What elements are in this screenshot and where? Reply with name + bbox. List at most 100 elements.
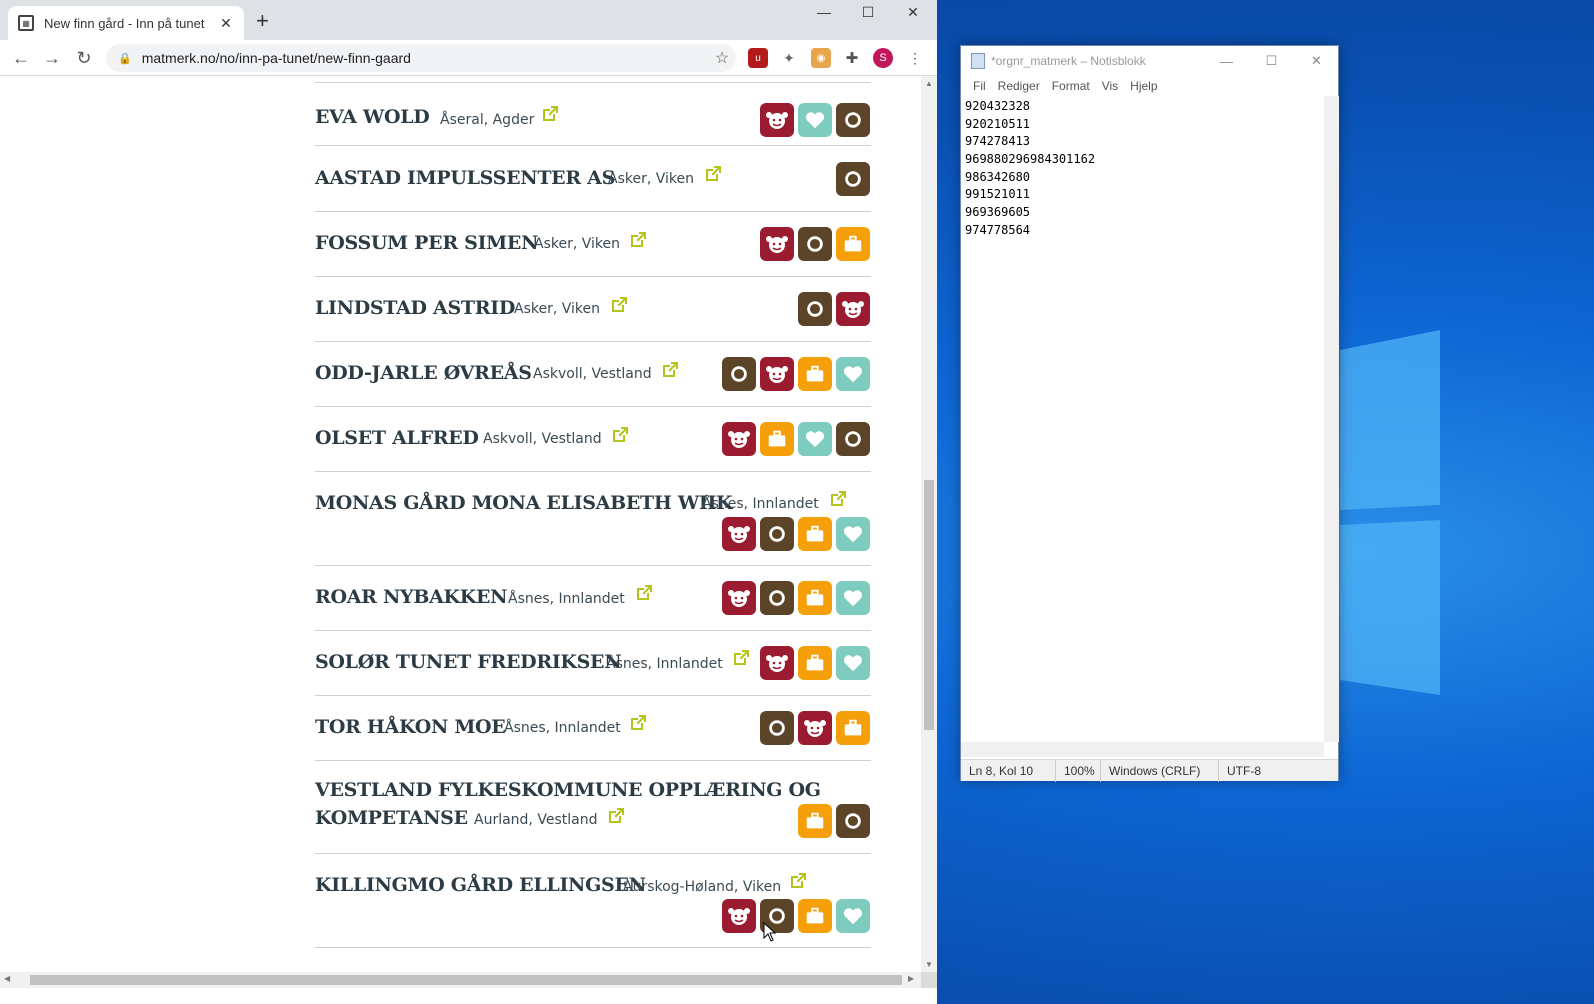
activity-badges [722, 357, 870, 391]
dropbox-extension-icon[interactable]: ✦ [779, 48, 799, 68]
heart-icon [836, 581, 870, 615]
heart-icon [836, 517, 870, 551]
mouse-pointer-icon [763, 922, 777, 942]
address-bar: ← → ↻ 🔒 matmerk.no/no/inn-pa-tunet/new-f… [0, 40, 937, 76]
reload-icon[interactable]: ↻ [72, 46, 96, 70]
minimize-icon[interactable]: — [1204, 46, 1249, 76]
activity-badges [798, 292, 870, 326]
ublock-extension-icon[interactable]: u [748, 48, 768, 68]
menu-format[interactable]: Format [1046, 79, 1096, 93]
farm-name[interactable]: EVA WOLD [315, 106, 430, 128]
farm-name[interactable]: LINDSTAD ASTRID [315, 297, 515, 319]
ring-icon [722, 357, 756, 391]
menu-kebab-icon[interactable]: ⋮ [905, 48, 925, 68]
farm-name[interactable]: FOSSUM PER SIMEN [315, 232, 538, 254]
scroll-right-icon[interactable]: ▶ [908, 974, 914, 983]
tab-close-icon[interactable]: ✕ [218, 15, 234, 32]
activity-badges [798, 804, 870, 838]
farm-row: ODD-JARLE ØVREÅS Askvoll, Vestland [315, 342, 871, 407]
vertical-scrollbar[interactable]: ▲ ▼ [921, 76, 937, 972]
menu-vis[interactable]: Vis [1096, 79, 1124, 93]
url-text: matmerk.no/no/inn-pa-tunet/new-finn-gaar… [141, 50, 411, 66]
kids-face-icon [760, 646, 794, 680]
activity-badges [722, 899, 870, 933]
forward-arrow-icon[interactable]: → [40, 46, 64, 70]
site-favicon-icon: ▦ [18, 15, 34, 31]
farm-row: EVA WOLD Åseral, Agder [315, 82, 871, 146]
external-link-icon[interactable] [634, 583, 654, 603]
notepad-vertical-scrollbar[interactable] [1324, 96, 1339, 742]
external-link-icon[interactable] [540, 104, 560, 124]
external-link-icon[interactable] [703, 164, 723, 184]
minimize-icon[interactable]: — [802, 0, 846, 24]
notepad-horizontal-scrollbar[interactable] [961, 742, 1324, 757]
briefcase-icon [798, 646, 832, 680]
puzzle-extensions-icon[interactable]: ✚ [842, 48, 862, 68]
farm-name[interactable]: MONAS GÅRD MONA ELISABETH WIIK [315, 492, 733, 514]
ring-icon [836, 804, 870, 838]
external-link-icon[interactable] [788, 871, 808, 891]
bookmark-star-icon[interactable]: ☆ [708, 48, 736, 68]
farm-row: ROAR NYBAKKEN Åsnes, Innlandet [315, 566, 871, 631]
maximize-icon[interactable]: ☐ [1249, 46, 1294, 76]
external-link-icon[interactable] [628, 713, 648, 733]
close-window-icon[interactable]: ✕ [1294, 46, 1339, 76]
external-link-icon[interactable] [606, 806, 626, 826]
external-link-icon[interactable] [609, 295, 629, 315]
external-link-icon[interactable] [610, 425, 630, 445]
farm-location: Aurland, Vestland [474, 812, 598, 828]
new-tab-icon[interactable]: + [256, 8, 278, 34]
external-link-icon[interactable] [828, 489, 848, 509]
activity-badges [722, 581, 870, 615]
farm-name[interactable]: KILLINGMO GÅRD ELLINGSEN [315, 874, 646, 896]
heart-icon [836, 646, 870, 680]
farm-row: VESTLAND FYLKESKOMMUNE OPPLÆRING OG KOMP… [315, 761, 871, 854]
close-window-icon[interactable]: ✕ [891, 0, 935, 24]
farm-name[interactable]: ODD-JARLE ØVREÅS [315, 362, 532, 384]
browser-bottom-edge [0, 988, 937, 1004]
farm-row: OLSET ALFRED Askvoll, Vestland [315, 407, 871, 472]
scroll-left-icon[interactable]: ◀ [4, 974, 10, 983]
notepad-statusbar: Ln 8, Kol 10 100% Windows (CRLF) UTF-8 [961, 759, 1338, 782]
farm-location: Askvoll, Vestland [483, 431, 602, 447]
scroll-down-icon[interactable]: ▼ [924, 960, 934, 969]
farm-name[interactable]: TOR HÅKON MOE [315, 716, 506, 738]
menu-fil[interactable]: Fil [967, 79, 992, 93]
horizontal-scroll-thumb[interactable] [30, 975, 902, 985]
back-arrow-icon[interactable]: ← [9, 46, 33, 70]
external-link-icon[interactable] [628, 230, 648, 250]
menu-hjelp[interactable]: Hjelp [1124, 79, 1163, 93]
external-link-icon[interactable] [731, 648, 751, 668]
farm-name[interactable]: SOLØR TUNET FREDRIKSEN [315, 651, 622, 673]
activity-badges [722, 422, 870, 456]
horizontal-scrollbar[interactable]: ◀ ▶ [0, 972, 921, 988]
farm-name-line1[interactable]: VESTLAND FYLKESKOMMUNE OPPLÆRING OG [315, 779, 821, 801]
text-line: 991521011 [965, 187, 1031, 202]
scroll-up-icon[interactable]: ▲ [924, 79, 934, 88]
maximize-icon[interactable]: ☐ [846, 0, 890, 24]
briefcase-icon [798, 357, 832, 391]
lock-icon: 🔒 [118, 52, 132, 65]
menu-rediger[interactable]: Rediger [992, 79, 1046, 93]
notepad-titlebar[interactable]: *orgnr_matmerk – Notisblokk — ☐ ✕ [961, 46, 1338, 76]
farm-name-line2[interactable]: KOMPETANSE [315, 807, 468, 829]
profile-avatar[interactable]: S [873, 48, 893, 68]
ring-icon [836, 103, 870, 137]
activity-badges [760, 103, 870, 137]
line-ending: Windows (CRLF) [1101, 759, 1219, 782]
url-field[interactable]: 🔒 matmerk.no/no/inn-pa-tunet/new-finn-ga… [106, 44, 736, 72]
vertical-scroll-thumb[interactable] [924, 480, 934, 730]
browser-tab[interactable]: ▦ New finn gård - Inn på tunet ✕ [8, 6, 244, 40]
text-line: 974278413 [965, 134, 1031, 149]
farm-name[interactable]: OLSET ALFRED [315, 427, 479, 449]
kids-face-icon [722, 422, 756, 456]
farm-row: FOSSUM PER SIMEN Asker, Viken [315, 212, 871, 277]
extension-icon[interactable]: ◉ [811, 48, 831, 68]
external-link-icon[interactable] [660, 360, 680, 380]
notepad-text-area[interactable]: 920432328 920210511 974278413 9698802969… [961, 96, 1324, 742]
farm-name[interactable]: AASTAD IMPULSSENTER AS [315, 167, 615, 189]
kids-face-icon [760, 103, 794, 137]
farm-name[interactable]: ROAR NYBAKKEN [315, 586, 508, 608]
scrollbar-corner [921, 972, 937, 988]
text-line: 969880296984301162 [965, 152, 1096, 167]
